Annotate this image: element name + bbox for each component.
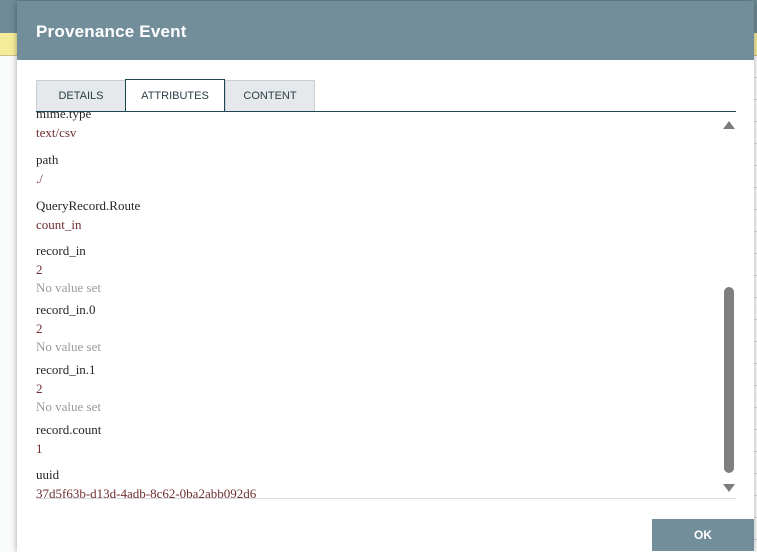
scroll-down-arrow-icon[interactable] [723,484,735,492]
attribute-previous-value: No value set [36,399,101,414]
scroll-up-arrow-icon[interactable] [723,121,735,129]
attribute-previous-value: No value set [36,339,101,354]
dialog-title: Provenance Event [36,22,187,41]
dialog-header: Provenance Event [17,1,754,60]
tab-attributes[interactable]: ATTRIBUTES [125,79,225,112]
attribute-value: 2 [36,262,43,277]
attribute-previous-value: No value set [36,280,101,295]
attribute-list[interactable]: mime.type text/csv path ./ QueryRecord.R… [36,112,724,498]
attribute-value: ./ [36,171,43,186]
attribute-name: QueryRecord.Route [36,198,141,213]
attribute-item: record_in.1 2 No value set [36,362,696,415]
attribute-item: mime.type text/csv [36,112,696,141]
attribute-name: record.count [36,422,102,437]
attribute-value: 37d5f63b-d13d-4adb-8c62-0ba2abb092d6 [36,486,257,498]
attribute-value: 1 [36,441,43,456]
attribute-list-scrollbar[interactable] [721,119,737,494]
tab-content[interactable]: CONTENT [225,80,315,111]
attribute-name: mime.type [36,112,92,121]
attribute-item: uuid 37d5f63b-d13d-4adb-8c62-0ba2abb092d… [36,467,696,498]
tab-details[interactable]: DETAILS [36,80,126,111]
attribute-name: record_in [36,243,86,258]
attribute-item: QueryRecord.Route count_in [36,198,696,233]
attribute-value: 2 [36,381,43,396]
attribute-item: record_in 2 No value set [36,243,696,296]
background-table-column [0,56,18,552]
attribute-list-divider [36,498,736,499]
provenance-event-dialog: Provenance Event DETAILS ATTRIBUTES CONT… [17,1,754,552]
ok-button[interactable]: OK [652,519,754,551]
attribute-name: path [36,152,59,167]
attribute-value: count_in [36,217,82,232]
attribute-item: path ./ [36,152,696,187]
attribute-value: 2 [36,321,43,336]
attribute-item: record.count 1 [36,422,696,457]
scrollbar-thumb[interactable] [724,287,734,473]
attribute-value: text/csv [36,125,77,140]
attribute-item: record_in.0 2 No value set [36,302,696,355]
attribute-name: uuid [36,467,60,482]
attribute-name: record_in.0 [36,302,96,317]
attribute-name: record_in.1 [36,362,96,377]
